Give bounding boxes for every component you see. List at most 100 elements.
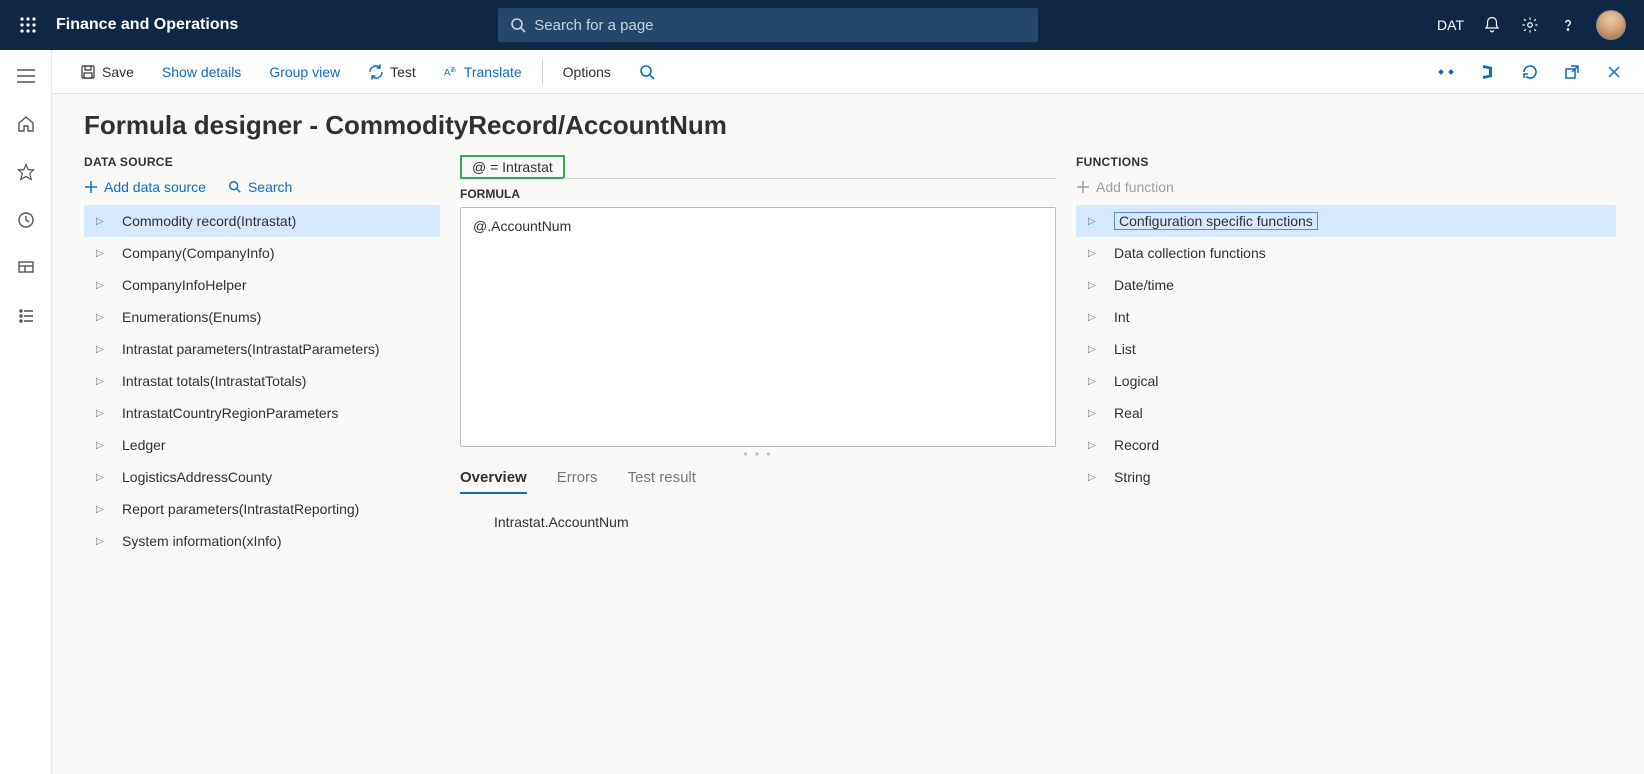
data-source-item[interactable]: ▷ Enumerations(Enums) <box>84 301 440 333</box>
global-search[interactable] <box>498 8 1038 42</box>
help-icon[interactable] <box>1558 15 1578 35</box>
function-category-item[interactable]: ▷Record <box>1076 429 1616 461</box>
save-icon <box>80 64 96 80</box>
chevron-right-icon: ▷ <box>96 248 110 259</box>
data-source-item[interactable]: ▷CompanyInfoHelper <box>84 269 440 301</box>
global-search-input[interactable] <box>534 17 1026 34</box>
translate-icon: Aあ <box>444 65 458 79</box>
functions-panel: FUNCTIONS Add function ▷ Configuration sp… <box>1076 155 1616 557</box>
formula-heading: FORMULA <box>460 187 1056 201</box>
context-binding: @ = Intrastat <box>460 155 565 179</box>
chevron-right-icon: ▷ <box>96 376 110 387</box>
chevron-right-icon: ▷ <box>1088 376 1102 387</box>
workspace-icon[interactable] <box>14 256 38 280</box>
tree-item-label: Enumerations(Enums) <box>122 309 261 325</box>
data-source-panel: DATA SOURCE Add data source Search ▷Comm… <box>84 155 440 557</box>
refresh-icon <box>368 64 384 80</box>
star-icon[interactable] <box>14 160 38 184</box>
home-icon[interactable] <box>14 112 38 136</box>
function-category-item[interactable]: ▷Logical <box>1076 365 1616 397</box>
tree-item-label: Intrastat parameters(IntrastatParameters… <box>122 341 380 357</box>
function-category-item[interactable]: ▷ String <box>1076 461 1616 493</box>
tab-test-result[interactable]: Test result <box>628 469 696 494</box>
chevron-right-icon: ▷ <box>1088 248 1102 259</box>
data-source-item[interactable]: ▷IntrastatCountryRegionParameters <box>84 397 440 429</box>
company-code[interactable]: DAT <box>1437 17 1464 33</box>
result-tabs: Overview Errors Test result <box>460 469 1056 494</box>
search-icon <box>510 17 526 33</box>
modules-icon[interactable] <box>14 304 38 328</box>
options-button[interactable]: Options <box>549 50 625 94</box>
tree-item-label: System information(xInfo) <box>122 533 282 549</box>
chevron-right-icon: ▷ <box>1088 312 1102 323</box>
formula-text: @.AccountNum <box>473 218 571 234</box>
tree-item-label: Int <box>1114 309 1130 325</box>
gear-icon[interactable] <box>1520 15 1540 35</box>
function-category-item[interactable]: ▷ Date/time <box>1076 269 1616 301</box>
tab-errors[interactable]: Errors <box>557 469 598 494</box>
action-bar: Save Show details Group view Test Aあ Tra… <box>0 50 1644 94</box>
overview-value: Intrastat.AccountNum <box>460 514 1056 530</box>
data-source-item[interactable]: ▷ Intrastat parameters(IntrastatParameter… <box>84 333 440 365</box>
avatar[interactable] <box>1596 10 1626 40</box>
refresh-page-icon[interactable] <box>1514 56 1546 88</box>
data-source-item[interactable]: ▷Commodity record(Intrastat) <box>84 205 440 237</box>
chevron-right-icon: ▷ <box>96 312 110 323</box>
popout-icon[interactable] <box>1556 56 1588 88</box>
data-source-search-button[interactable]: Search <box>228 179 292 195</box>
left-rail <box>0 50 52 774</box>
function-category-item[interactable]: ▷List <box>1076 333 1616 365</box>
tree-item-label: Intrastat totals(IntrastatTotals) <box>122 373 306 389</box>
data-source-item[interactable]: ▷ Company(CompanyInfo) <box>84 237 440 269</box>
separator <box>542 60 543 84</box>
close-icon[interactable] <box>1598 56 1630 88</box>
tree-item-label: Report parameters(IntrastatReporting) <box>122 501 359 517</box>
data-source-item[interactable]: ▷System information(xInfo) <box>84 525 440 557</box>
function-category-item[interactable]: ▷Data collection functions <box>1076 237 1616 269</box>
tree-item-label: Record <box>1114 437 1159 453</box>
function-category-item[interactable]: ▷Real <box>1076 397 1616 429</box>
bell-icon[interactable] <box>1482 15 1502 35</box>
translate-button[interactable]: Aあ Translate <box>430 50 536 94</box>
add-function-button: Add function <box>1076 179 1616 195</box>
tree-item-label: Real <box>1114 405 1143 421</box>
tree-item-label: Configuration specific functions <box>1114 212 1318 230</box>
office-icon[interactable] <box>1472 56 1504 88</box>
chevron-right-icon: ▷ <box>96 344 110 355</box>
group-view-button[interactable]: Group view <box>255 50 354 94</box>
tree-item-label: Date/time <box>1114 277 1174 293</box>
tree-item-label: Ledger <box>122 437 166 453</box>
function-category-item[interactable]: ▷ Int <box>1076 301 1616 333</box>
chevron-right-icon: ▷ <box>1088 216 1102 227</box>
functions-heading: FUNCTIONS <box>1076 155 1616 169</box>
data-source-item[interactable]: ▷ LogisticsAddressCounty <box>84 461 440 493</box>
splitter-handle[interactable]: • • • <box>460 447 1056 453</box>
add-data-source-button[interactable]: Add data source <box>84 179 206 195</box>
chevron-right-icon: ▷ <box>96 408 110 419</box>
hamburger-icon[interactable] <box>14 64 38 88</box>
action-search-button[interactable] <box>625 50 669 94</box>
tree-item-label: Commodity record(Intrastat) <box>122 213 296 229</box>
tree-item-label: String <box>1114 469 1151 485</box>
function-category-item[interactable]: ▷ Configuration specific functions <box>1076 205 1616 237</box>
tab-overview[interactable]: Overview <box>460 469 527 494</box>
clock-icon[interactable] <box>14 208 38 232</box>
waffle-icon[interactable] <box>12 9 44 41</box>
data-source-item[interactable]: ▷Ledger <box>84 429 440 461</box>
tree-item-label: LogisticsAddressCounty <box>122 469 272 485</box>
chevron-right-icon: ▷ <box>1088 280 1102 291</box>
tree-item-label: CompanyInfoHelper <box>122 277 247 293</box>
top-navbar: Finance and Operations DAT <box>0 0 1644 50</box>
show-details-button[interactable]: Show details <box>148 50 255 94</box>
save-button[interactable]: Save <box>66 50 148 94</box>
test-button[interactable]: Test <box>354 50 430 94</box>
chevron-right-icon: ▷ <box>96 472 110 483</box>
chevron-right-icon: ▷ <box>96 504 110 515</box>
connector-icon[interactable] <box>1430 56 1462 88</box>
formula-editor[interactable]: @.AccountNum <box>460 207 1056 447</box>
data-source-item[interactable]: ▷ Report parameters(IntrastatReporting) <box>84 493 440 525</box>
chevron-right-icon: ▷ <box>1088 472 1102 483</box>
data-source-item[interactable]: ▷ Intrastat totals(IntrastatTotals) <box>84 365 440 397</box>
data-source-tree: ▷Commodity record(Intrastat)▷Company(Com… <box>84 205 440 557</box>
tree-item-label: Company(CompanyInfo) <box>122 245 275 261</box>
